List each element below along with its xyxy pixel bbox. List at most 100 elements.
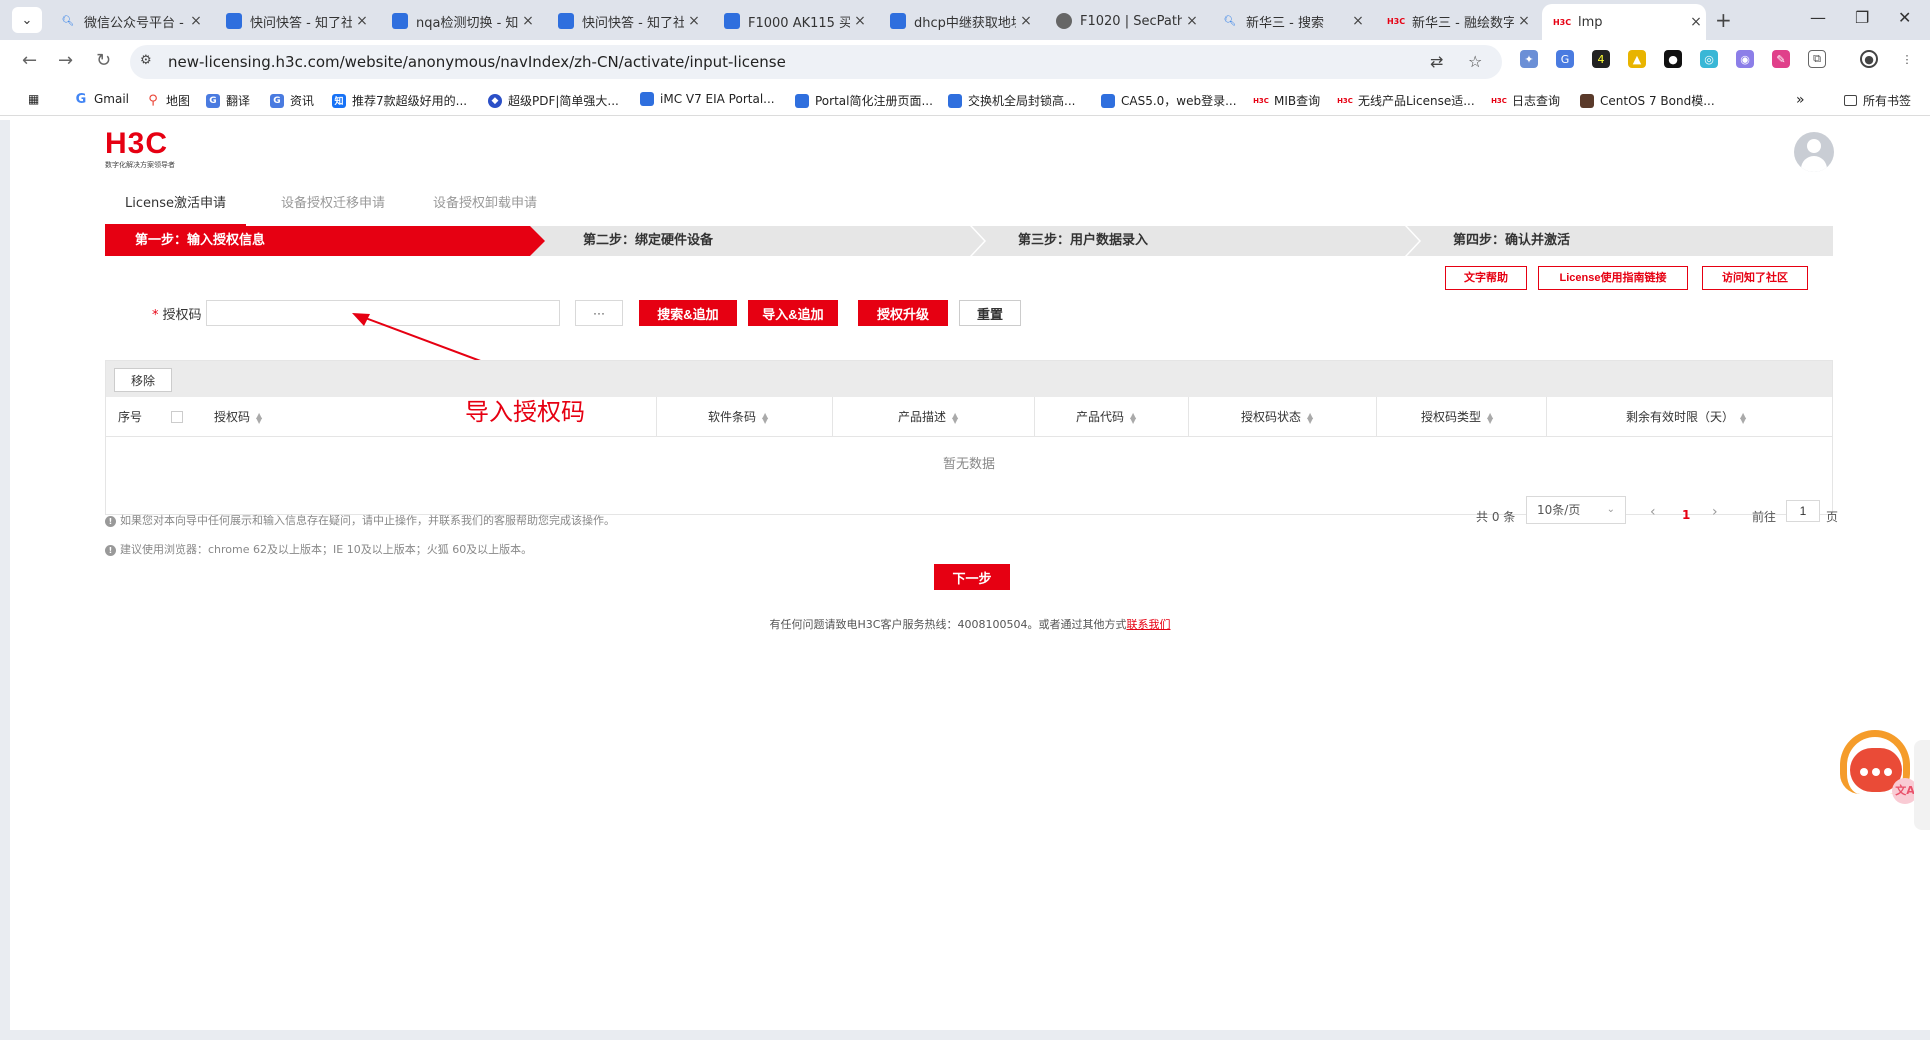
column-remaining-days[interactable]: 剩余有效时限（天） ▲ ▼ [1626,397,1746,437]
sort-icon[interactable]: ▲ ▼ [1487,411,1493,424]
sort-icon[interactable]: ▲ ▼ [762,411,768,424]
apps-icon[interactable]: ▦ [28,92,39,106]
goto-page-input[interactable] [1786,500,1820,522]
select-all-checkbox[interactable] [171,411,183,423]
search-append-button[interactable]: 搜索&追加 [639,300,737,326]
browser-tab-active[interactable]: H3C lmp × [1542,4,1706,40]
extension-icon[interactable]: 4 [1592,50,1610,68]
bookmark-item[interactable]: ⚲ 地图 [146,92,190,109]
column-license-type[interactable]: 授权码类型 ▲ ▼ [1421,397,1493,437]
bookmark-item[interactable]: H3C MIB查询 [1253,92,1320,109]
bookmark-item[interactable]: Portal简化注册页面... [795,92,933,109]
more-bookmarks-button[interactable]: » [1796,92,1805,108]
extension-icon[interactable]: ◉ [1736,50,1754,68]
back-icon[interactable]: ← [22,50,37,71]
sort-icon[interactable]: ▲ ▼ [1307,411,1313,424]
bookmark-item[interactable]: H3C 无线产品License适... [1337,92,1475,109]
extension-icon[interactable]: ◎ [1700,50,1718,68]
site-info-icon[interactable]: ⚙ [140,53,152,68]
sort-icon[interactable]: ▲ ▼ [952,411,958,424]
close-icon[interactable]: × [1348,13,1368,29]
close-icon[interactable]: × [1016,13,1036,29]
close-icon[interactable]: × [1686,14,1706,30]
close-icon[interactable]: × [1182,13,1202,29]
avatar[interactable] [1794,132,1834,172]
browser-tab[interactable]: dhcp中继获取地址 × [878,6,1036,36]
step-4: 第四步：确认并激活 [1453,233,1571,248]
profile-icon[interactable]: ● [1860,50,1878,68]
browser-tab[interactable]: 🔍︎ 微信公众号平台 - × [48,6,206,36]
close-icon[interactable]: × [518,13,538,29]
extension-icon[interactable]: ● [1664,50,1682,68]
column-license-code[interactable]: 授权码 ▲ ▼ [214,397,262,437]
sort-icon[interactable]: ▲ ▼ [1740,411,1746,424]
close-icon[interactable]: × [352,13,372,29]
next-page-button[interactable]: › [1712,504,1718,520]
column-license-status[interactable]: 授权码状态 ▲ ▼ [1241,397,1313,437]
bookmark-item[interactable]: H3C 日志查询 [1491,92,1560,109]
bookmark-star-icon[interactable]: ☆ [1468,52,1482,71]
extensions-puzzle-icon[interactable]: ⧉ [1808,50,1826,68]
bookmark-item[interactable]: G 翻译 [206,92,250,109]
text-help-button[interactable]: 文字帮助 [1445,266,1527,290]
browser-tab[interactable]: 快问快答 - 知了社 × [214,6,372,36]
prev-page-button[interactable]: ‹ [1650,504,1656,520]
import-append-button[interactable]: 导入&追加 [748,300,838,326]
column-software-barcode[interactable]: 软件条码 ▲ ▼ [708,397,768,437]
close-icon[interactable]: × [186,13,206,29]
remove-button[interactable]: 移除 [114,368,172,392]
browser-tab[interactable]: F1020 | SecPath × [1044,6,1202,36]
reset-button[interactable]: 重置 [959,300,1021,326]
tab-license-activation[interactable]: License激活申请 [105,190,247,226]
restore-icon[interactable]: ❐ [1855,8,1869,27]
bookmark-item[interactable]: 知推荐7款超级好用的... [332,92,467,109]
license-guide-button[interactable]: License使用指南链接 [1538,266,1688,290]
translate-extension-icon[interactable]: G [1556,50,1574,68]
translate-page-icon[interactable]: ⇄ [1430,52,1443,71]
page-number-current[interactable]: 1 [1682,508,1690,522]
menu-icon[interactable]: ⋮ [1898,50,1916,68]
bookmark-item[interactable]: G Gmail [74,92,129,107]
community-button[interactable]: 访问知了社区 [1702,266,1808,290]
close-icon[interactable]: × [850,13,870,29]
bookmark-item[interactable]: 交换机全局封锁高... [948,92,1075,109]
bookmark-item[interactable]: ◆ 超级PDF|简单强大... [488,92,619,109]
customer-service-widget[interactable]: 文A [1840,728,1918,804]
more-options-button[interactable]: ··· [575,300,623,326]
minimize-icon[interactable]: — [1810,8,1826,27]
browser-tab[interactable]: H3C 新华三 - 融绘数字 × [1376,6,1534,36]
sort-icon[interactable]: ▲ ▼ [1130,411,1136,424]
contact-us-link[interactable]: 联系我们 [1126,618,1170,631]
side-handle[interactable] [1914,740,1930,830]
browser-tab[interactable]: F1000 AK115 买 × [712,6,870,36]
bookmark-item[interactable]: CAS5.0，web登录... [1101,92,1237,109]
all-bookmarks[interactable]: 所有书签 [1844,92,1911,109]
browser-tab[interactable]: nqa检测切换 - 知 × [380,6,538,36]
close-icon[interactable]: × [684,13,704,29]
browser-tab[interactable]: 快问快答 - 知了社 × [546,6,704,36]
tab-device-migration[interactable]: 设备授权迁移申请 [281,190,385,226]
bookmark-item[interactable]: G 资讯 [270,92,314,109]
window-close-icon[interactable]: ✕ [1898,8,1911,27]
h3c-logo[interactable]: H3C 数字化解决方案领导者 [105,129,225,170]
extension-icon[interactable]: ✎ [1772,50,1790,68]
address-bar[interactable]: ⚙ new-licensing.h3c.com/website/anonymou… [130,45,1502,79]
page-size-select[interactable]: 10条/页 ⌄ [1526,496,1626,524]
forward-icon[interactable]: → [58,50,73,71]
tab-device-uninstall[interactable]: 设备授权卸载申请 [433,190,537,226]
extension-icon[interactable]: ✦ [1520,50,1538,68]
column-product-code[interactable]: 产品代码 ▲ ▼ [1076,397,1136,437]
tab-search-button[interactable]: ⌄ [12,7,42,33]
sort-icon[interactable]: ▲ ▼ [256,411,262,424]
license-upgrade-button[interactable]: 授权升级 [858,300,948,326]
next-step-button[interactable]: 下一步 [934,564,1010,590]
column-product-desc[interactable]: 产品描述 ▲ ▼ [898,397,958,437]
reload-icon[interactable]: ↻ [96,50,111,71]
bookmark-item[interactable]: CentOS 7 Bond模... [1580,92,1715,109]
extension-icon[interactable]: ▲ [1628,50,1646,68]
url-text[interactable]: new-licensing.h3c.com/website/anonymous/… [168,53,786,71]
browser-tab[interactable]: 🔍︎ 新华三 - 搜索 × [1210,6,1368,36]
close-icon[interactable]: × [1514,13,1534,29]
new-tab-button[interactable]: + [1715,8,1732,32]
bookmark-item[interactable]: iMC V7 EIA Portal... [640,92,775,106]
